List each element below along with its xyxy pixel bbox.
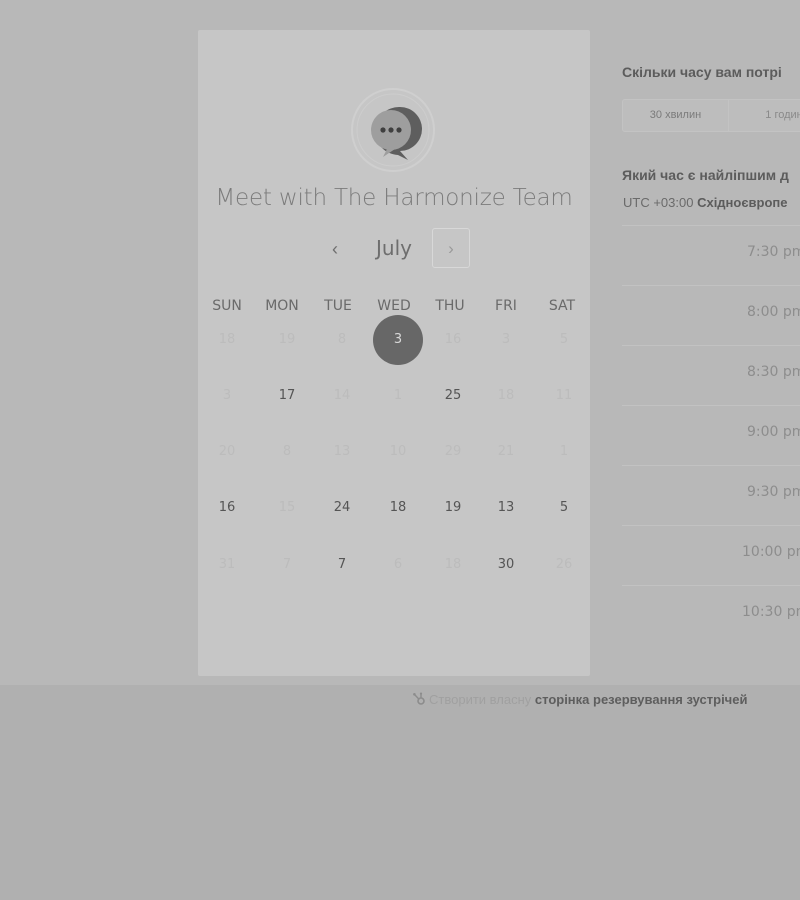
chat-bubble-dots-icon xyxy=(350,87,436,173)
duration-option-60[interactable]: 1 годин xyxy=(729,100,800,131)
time-slot[interactable]: 7:30 pm xyxy=(622,225,800,285)
time-slot-label: 9:00 pm xyxy=(747,424,800,440)
calendar-day: 1 xyxy=(393,388,403,403)
calendar-day: 10 xyxy=(389,444,407,459)
timezone-selector[interactable]: UTC +03:00 Східноєвропе xyxy=(623,195,788,210)
time-slot-label: 8:00 pm xyxy=(747,304,800,320)
calendar-day[interactable]: 24 xyxy=(318,484,366,532)
calendar-day[interactable]: 17 xyxy=(263,372,311,420)
footer-promo: Створити власну сторінка резервування зу… xyxy=(412,692,747,707)
timezone-offset: UTC +03:00 xyxy=(623,195,694,210)
calendar-day: 18 xyxy=(218,332,236,347)
time-question: Який час є найліпшим д xyxy=(622,167,789,183)
time-slot[interactable]: 8:30 pm xyxy=(622,345,800,405)
chevron-left-icon[interactable]: ‹ xyxy=(324,234,346,264)
time-slot-label: 9:30 pm xyxy=(747,484,800,500)
calendar-day: 3 xyxy=(222,388,232,403)
calendar-day[interactable]: 25 xyxy=(429,372,477,420)
timezone-name: Східноєвропе xyxy=(697,195,788,210)
calendar-day: 11 xyxy=(555,388,573,403)
calendar-day: 5 xyxy=(559,332,569,347)
weekday-sun: SUN xyxy=(212,298,242,314)
calendar-day: 29 xyxy=(444,444,462,459)
calendar-day: 31 xyxy=(218,557,236,572)
time-slot[interactable]: 8:00 pm xyxy=(622,285,800,345)
weekday-fri: FRI xyxy=(495,298,517,314)
time-slot-label: 7:30 pm xyxy=(747,244,800,260)
calendar-day[interactable]: 19 xyxy=(429,484,477,532)
calendar-day: 7 xyxy=(282,557,292,572)
calendar-day: 14 xyxy=(333,388,351,403)
calendar-day: 8 xyxy=(337,332,347,347)
weekday-wed: WED xyxy=(377,298,411,314)
calendar-card: Meet with The Harmonize Team ‹ July › SU… xyxy=(198,30,590,676)
calendar-day: 19 xyxy=(278,332,296,347)
calendar-day: 1 xyxy=(559,444,569,459)
page-title: Meet with The Harmonize Team xyxy=(215,185,573,211)
month-navigation: ‹ July › xyxy=(198,228,590,270)
time-slot-label: 10:00 pm xyxy=(742,544,800,560)
calendar-day[interactable]: 5 xyxy=(540,484,588,532)
weekday-tue: TUE xyxy=(324,298,352,314)
calendar-day: 26 xyxy=(555,557,573,572)
calendar-day: 3 xyxy=(501,332,511,347)
weekday-mon: MON xyxy=(265,298,299,314)
calendar-day: 6 xyxy=(393,557,403,572)
time-slot[interactable]: 10:30 pm xyxy=(622,585,800,645)
calendar-day: 13 xyxy=(333,444,351,459)
chevron-right-icon[interactable]: › xyxy=(432,228,470,268)
calendar-day: 16 xyxy=(444,332,462,347)
time-slot[interactable]: 10:00 pm xyxy=(622,525,800,585)
duration-selector: 30 хвилин 1 годин xyxy=(622,99,800,132)
duration-option-30[interactable]: 30 хвилин xyxy=(623,100,729,131)
calendar-day[interactable]: 13 xyxy=(482,484,530,532)
booking-panel: Скільки часу вам потрі 30 хвилин 1 годин… xyxy=(622,0,800,685)
calendar-day[interactable]: 7 xyxy=(318,541,366,589)
calendar-day[interactable]: 16 xyxy=(203,484,251,532)
calendar-day: 15 xyxy=(278,500,296,515)
weekday-sat: SAT xyxy=(548,298,576,314)
time-slot[interactable]: 9:00 pm xyxy=(622,405,800,465)
calendar-day: 8 xyxy=(282,444,292,459)
time-slot-label: 8:30 pm xyxy=(747,364,800,380)
calendar-day: 21 xyxy=(497,444,515,459)
calendar-day[interactable]: 30 xyxy=(482,541,530,589)
time-slot[interactable]: 9:30 pm xyxy=(622,465,800,525)
weekday-thu: THU xyxy=(435,298,465,314)
footer-link[interactable]: сторінка резервування зустрічей xyxy=(535,692,748,707)
calendar-day: 18 xyxy=(444,557,462,572)
calendar-day: 20 xyxy=(218,444,236,459)
month-label: July xyxy=(376,236,412,260)
duration-question: Скільки часу вам потрі xyxy=(622,64,782,80)
calendar-day[interactable]: 18 xyxy=(374,484,422,532)
calendar-day: 18 xyxy=(497,388,515,403)
footer-prefix: Створити власну xyxy=(429,692,532,707)
selected-day[interactable]: 3 xyxy=(373,315,423,365)
time-slot-label: 10:30 pm xyxy=(742,604,800,620)
hubspot-sprocket-icon xyxy=(412,692,426,706)
